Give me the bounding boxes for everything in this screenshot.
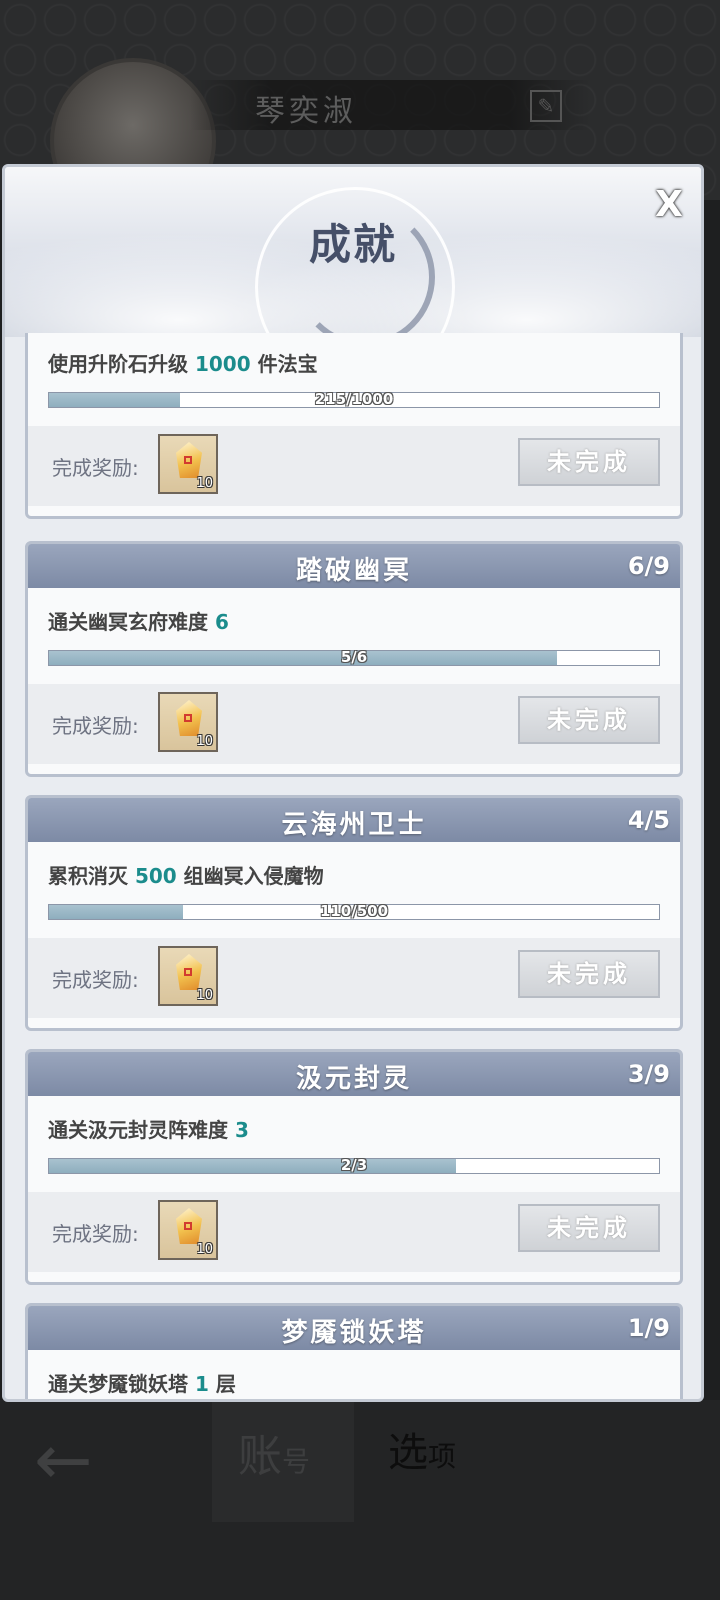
- card-count: 6/9: [627, 552, 670, 580]
- achievement-card: 使用升阶石升级 1000 件法宝 215/1000 完成奖励: 10 未完成: [25, 333, 683, 519]
- achievement-list[interactable]: 使用升阶石升级 1000 件法宝 215/1000 完成奖励: 10 未完成 踏…: [5, 333, 701, 1399]
- reward-item[interactable]: 10: [158, 692, 218, 752]
- progress-bar: 5/6: [48, 648, 660, 666]
- achievement-card: 汲元封灵 3/9 通关汲元封灵阵难度 3 2/3 完成奖励: 10 未完成: [25, 1049, 683, 1285]
- modal-title: 成就: [308, 220, 397, 269]
- edit-icon: ✎: [530, 90, 562, 122]
- achievements-modal: 成就 X 使用升阶石升级 1000 件法宝 215/1000 完成奖励: 10 …: [2, 164, 704, 1402]
- gem-mark: [184, 1222, 192, 1230]
- card-header: 梦魇锁妖塔 1/9: [28, 1306, 680, 1350]
- card-title: 踏破幽冥: [295, 556, 412, 586]
- card-title: 云海州卫士: [281, 810, 427, 840]
- gem-mark: [184, 714, 192, 722]
- tab-options: 选项: [388, 1430, 457, 1476]
- task-description: 使用升阶石升级 1000 件法宝: [48, 352, 318, 376]
- reward-item[interactable]: 10: [158, 434, 218, 494]
- close-icon[interactable]: X: [651, 187, 687, 223]
- reward-row: 完成奖励: 10 未完成: [28, 684, 680, 764]
- status-button[interactable]: 未完成: [518, 1204, 660, 1252]
- reward-quantity: 10: [196, 734, 213, 749]
- card-title: 汲元封灵: [295, 1064, 412, 1094]
- task-description: 通关幽冥玄府难度 6: [48, 610, 229, 634]
- card-title: 梦魇锁妖塔: [281, 1318, 427, 1348]
- achievement-card: 梦魇锁妖塔 1/9 通关梦魇锁妖塔 1 层: [25, 1303, 683, 1399]
- reward-row: 完成奖励: 10 未完成: [28, 938, 680, 1018]
- card-count: 3/9: [627, 1060, 670, 1088]
- reward-row: 完成奖励: 10 未完成: [28, 1192, 680, 1272]
- progress-label: 215/1000: [314, 390, 394, 408]
- reward-quantity: 10: [196, 476, 213, 491]
- task-description: 通关汲元封灵阵难度 3: [48, 1118, 249, 1142]
- progress-label: 110/500: [319, 902, 389, 920]
- card-count: 1/9: [627, 1314, 670, 1342]
- gem-mark: [184, 456, 192, 464]
- card-header: 踏破幽冥 6/9: [28, 544, 680, 588]
- status-button[interactable]: 未完成: [518, 438, 660, 486]
- reward-label: 完成奖励:: [52, 714, 139, 738]
- progress-label: 2/3: [340, 1156, 368, 1174]
- bottom-bar: [0, 1400, 720, 1600]
- card-header: 汲元封灵 3/9: [28, 1052, 680, 1096]
- modal-header: 成就 X: [5, 167, 701, 387]
- achievement-card: 云海州卫士 4/5 累积消灭 500 组幽冥入侵魔物 110/500 完成奖励:…: [25, 795, 683, 1031]
- card-count: 4/5: [627, 806, 670, 834]
- back-arrow-icon: ←: [34, 1419, 93, 1501]
- reward-item[interactable]: 10: [158, 1200, 218, 1260]
- achievement-card: 踏破幽冥 6/9 通关幽冥玄府难度 6 5/6 完成奖励: 10 未完成: [25, 541, 683, 777]
- progress-bar: 215/1000: [48, 390, 660, 408]
- player-name: 琴奕淑: [255, 94, 357, 129]
- task-description: 累积消灭 500 组幽冥入侵魔物: [48, 864, 324, 888]
- task-description: 通关梦魇锁妖塔 1 层: [48, 1372, 236, 1396]
- reward-quantity: 10: [196, 988, 213, 1003]
- card-header: 云海州卫士 4/5: [28, 798, 680, 842]
- progress-bar: 110/500: [48, 902, 660, 920]
- tab-account: 账号: [238, 1431, 311, 1482]
- progress-bar: 2/3: [48, 1156, 660, 1174]
- reward-label: 完成奖励:: [52, 968, 139, 992]
- reward-quantity: 10: [196, 1242, 213, 1257]
- progress-label: 5/6: [340, 648, 368, 666]
- reward-label: 完成奖励:: [52, 456, 139, 480]
- reward-item[interactable]: 10: [158, 946, 218, 1006]
- reward-row: 完成奖励: 10 未完成: [28, 426, 680, 506]
- status-button[interactable]: 未完成: [518, 950, 660, 998]
- reward-label: 完成奖励:: [52, 1222, 139, 1246]
- gem-mark: [184, 968, 192, 976]
- status-button[interactable]: 未完成: [518, 696, 660, 744]
